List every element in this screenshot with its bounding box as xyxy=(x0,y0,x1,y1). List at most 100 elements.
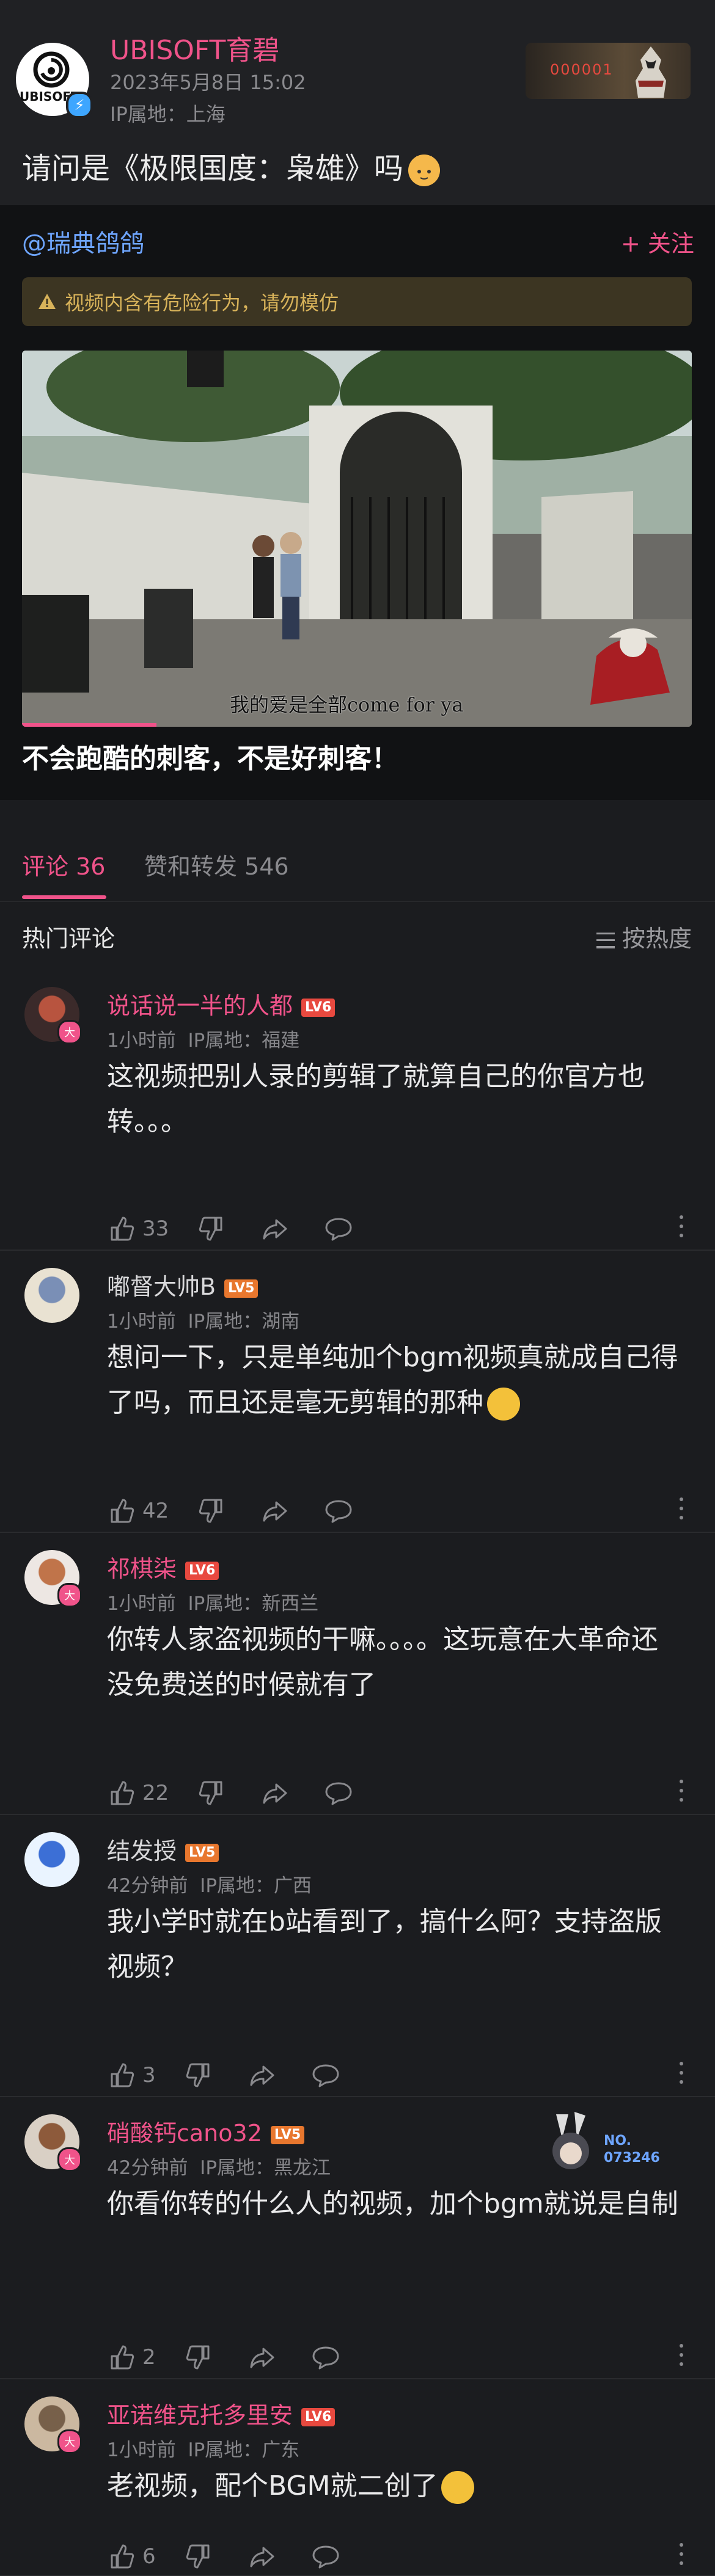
comment-actions: 2 xyxy=(107,2339,375,2376)
follow-button[interactable]: + 关注 xyxy=(621,225,694,258)
commenter-name-text: 结发授 xyxy=(107,1838,177,1865)
commenter-name[interactable]: 嘟督大帅B LV5 xyxy=(107,1268,258,1301)
comment-item[interactable]: 大硝酸钙cano32 LV5 42分钟前 IP属地：黑龙江 你看你转的什么人的视频，加… xyxy=(0,2096,715,2379)
like-button[interactable]: 22 xyxy=(107,1778,169,1808)
commenter-name[interactable]: 结发授 LV5 xyxy=(107,1832,219,1866)
dislike-icon xyxy=(184,2061,219,2090)
comment-meta: 1小时前 IP属地：湖南 xyxy=(107,1306,299,1333)
like-count: 33 xyxy=(142,1217,169,1241)
reply-button[interactable] xyxy=(324,1214,359,1243)
dislike-button[interactable] xyxy=(184,2343,219,2372)
like-count: 22 xyxy=(142,1781,169,1805)
comment-ip: IP属地：广西 xyxy=(200,1875,312,1897)
vip-tag-icon: 大 xyxy=(57,2429,82,2454)
commenter-name[interactable]: 说话说一半的人都 LV6 xyxy=(107,987,336,1021)
video-player[interactable]: 我的爱是全部come for ya xyxy=(22,351,692,727)
commenter-avatar[interactable] xyxy=(24,1268,79,1323)
comment-tabs: 评论 36 赞和转发 546 xyxy=(0,800,715,902)
commenter-name[interactable]: 硝酸钙cano32 LV5 xyxy=(107,2114,305,2148)
comment-ip: IP属地：新西兰 xyxy=(188,1593,319,1615)
hot-comments-header: 热门评论 按热度 xyxy=(0,901,715,969)
more-options-icon[interactable] xyxy=(678,1497,684,1522)
share-button[interactable] xyxy=(260,1778,296,1808)
reply-icon xyxy=(311,2061,346,2090)
sort-button[interactable]: 按热度 xyxy=(596,920,692,953)
comment-time: 1小时前 xyxy=(107,1030,176,1052)
dislike-button[interactable] xyxy=(184,2061,219,2090)
commenter-name[interactable]: 亚诺维克托多里安 LV6 xyxy=(107,2396,336,2430)
like-icon xyxy=(107,1214,142,1243)
dislike-icon xyxy=(197,1496,232,1526)
repost-block[interactable]: @瑞典鸽鸽 + 关注 视频内含有危险行为，请勿模仿 我的爱是全部come for… xyxy=(0,205,715,800)
thinking-emoji-icon xyxy=(487,1388,520,1421)
more-options-icon[interactable] xyxy=(678,2543,684,2567)
share-button[interactable] xyxy=(248,2061,283,2090)
reply-icon xyxy=(324,1496,359,1526)
like-icon xyxy=(107,2542,142,2571)
like-icon xyxy=(107,1778,142,1808)
share-button[interactable] xyxy=(248,2542,283,2571)
ubisoft-logo-icon xyxy=(33,51,70,88)
dislike-icon xyxy=(184,2542,219,2571)
share-button[interactable] xyxy=(260,1214,296,1243)
fan-badge[interactable]: 000001 xyxy=(526,43,691,99)
more-options-icon[interactable] xyxy=(678,2062,684,2086)
share-icon xyxy=(248,2542,283,2571)
dislike-button[interactable] xyxy=(184,2542,219,2571)
comment-ip: IP属地：湖南 xyxy=(188,1311,300,1333)
like-button[interactable]: 33 xyxy=(107,1214,169,1243)
like-button[interactable]: 42 xyxy=(107,1496,169,1526)
comment-time: 1小时前 xyxy=(107,1593,176,1615)
dislike-button[interactable] xyxy=(197,1214,232,1243)
commenter-avatar[interactable]: 大 xyxy=(24,2396,82,2454)
comment-item[interactable]: 结发授 LV5 42分钟前 IP属地：广西 我小学时就在b站看到了，搞什么阿？支持盗版… xyxy=(0,1814,715,2097)
comment-item[interactable]: 嘟督大帅B LV5 1小时前 IP属地：湖南 想问一下，只是单纯加个bgm视频真就成自… xyxy=(0,1250,715,1533)
comment-text-content: 你看你转的什么人的视频，加个bgm就说是自制 xyxy=(107,2188,678,2219)
repost-user-link[interactable]: @瑞典鸽鸽 xyxy=(22,224,144,259)
reply-button[interactable] xyxy=(324,1778,359,1808)
comment-time: 1小时前 xyxy=(107,2439,176,2461)
commenter-avatar[interactable]: 大 xyxy=(24,2114,82,2172)
more-options-icon[interactable] xyxy=(678,1215,684,1240)
commenter-name-text: 嘟督大帅B xyxy=(107,1273,216,1300)
comment-text-content: 你转人家盗视频的干嘛。。。。这玩意在大革命还没免费送的时候就有了 xyxy=(107,1624,658,1700)
like-button[interactable]: 6 xyxy=(107,2542,156,2571)
reply-button[interactable] xyxy=(311,2343,346,2372)
comment-item[interactable]: 大说话说一半的人都 LV6 1小时前 IP属地：福建 这视频把别人录的剪辑了就算自己的… xyxy=(0,969,715,1251)
more-options-icon[interactable] xyxy=(678,2344,684,2368)
author-name[interactable]: UBISOFT育碧 xyxy=(110,28,279,67)
share-button[interactable] xyxy=(248,2343,283,2372)
reply-button[interactable] xyxy=(311,2542,346,2571)
more-options-icon[interactable] xyxy=(678,1780,684,1804)
sort-icon xyxy=(596,932,615,948)
like-count: 3 xyxy=(142,2063,156,2087)
warning-icon xyxy=(38,294,56,309)
comment-item[interactable]: 大 祁棋柒 LV6 1小时前 IP属地：新西兰你转人家盗视频的干嘛。。。。这玩意在大革… xyxy=(0,1532,715,1815)
dislike-button[interactable] xyxy=(197,1778,232,1808)
share-icon xyxy=(260,1496,296,1526)
commenter-name[interactable]: 祁棋柒 LV6 xyxy=(107,1550,219,1584)
comment-text: 你转人家盗视频的干嘛。。。。这玩意在大革命还没免费送的时候就有了 xyxy=(107,1617,681,1708)
like-button[interactable]: 3 xyxy=(107,2061,156,2090)
verified-icon: ⚡ xyxy=(66,92,93,118)
like-button[interactable]: 2 xyxy=(107,2343,156,2372)
comment-item[interactable]: 大亚诺维克托多里安 LV6 1小时前 IP属地：广东 老视频，配个BGM就二创了 6 xyxy=(0,2378,715,2576)
tab-comments[interactable]: 评论 36 xyxy=(22,848,105,881)
commenter-name-text: 祁棋柒 xyxy=(107,1555,177,1582)
video-progress-bar[interactable] xyxy=(22,723,156,727)
badge-number: 000001 xyxy=(550,61,614,78)
commenter-avatar[interactable] xyxy=(24,1832,79,1887)
commenter-avatar[interactable]: 大 xyxy=(24,987,82,1044)
share-button[interactable] xyxy=(260,1496,296,1526)
commenter-avatar[interactable]: 大 xyxy=(24,1550,82,1607)
reply-icon xyxy=(324,1778,359,1808)
comment-ip: IP属地：福建 xyxy=(188,1030,300,1052)
tab-likes-reposts[interactable]: 赞和转发 546 xyxy=(144,848,289,881)
dislike-button[interactable] xyxy=(197,1496,232,1526)
comment-actions: 6 xyxy=(107,2538,375,2575)
comment-time: 42分钟前 xyxy=(107,2157,188,2179)
reply-button[interactable] xyxy=(324,1496,359,1526)
comment-text: 你看你转的什么人的视频，加个bgm就说是自制 xyxy=(107,2181,681,2227)
reply-button[interactable] xyxy=(311,2061,346,2090)
decoration-card: NO. 073246 xyxy=(532,2108,672,2184)
